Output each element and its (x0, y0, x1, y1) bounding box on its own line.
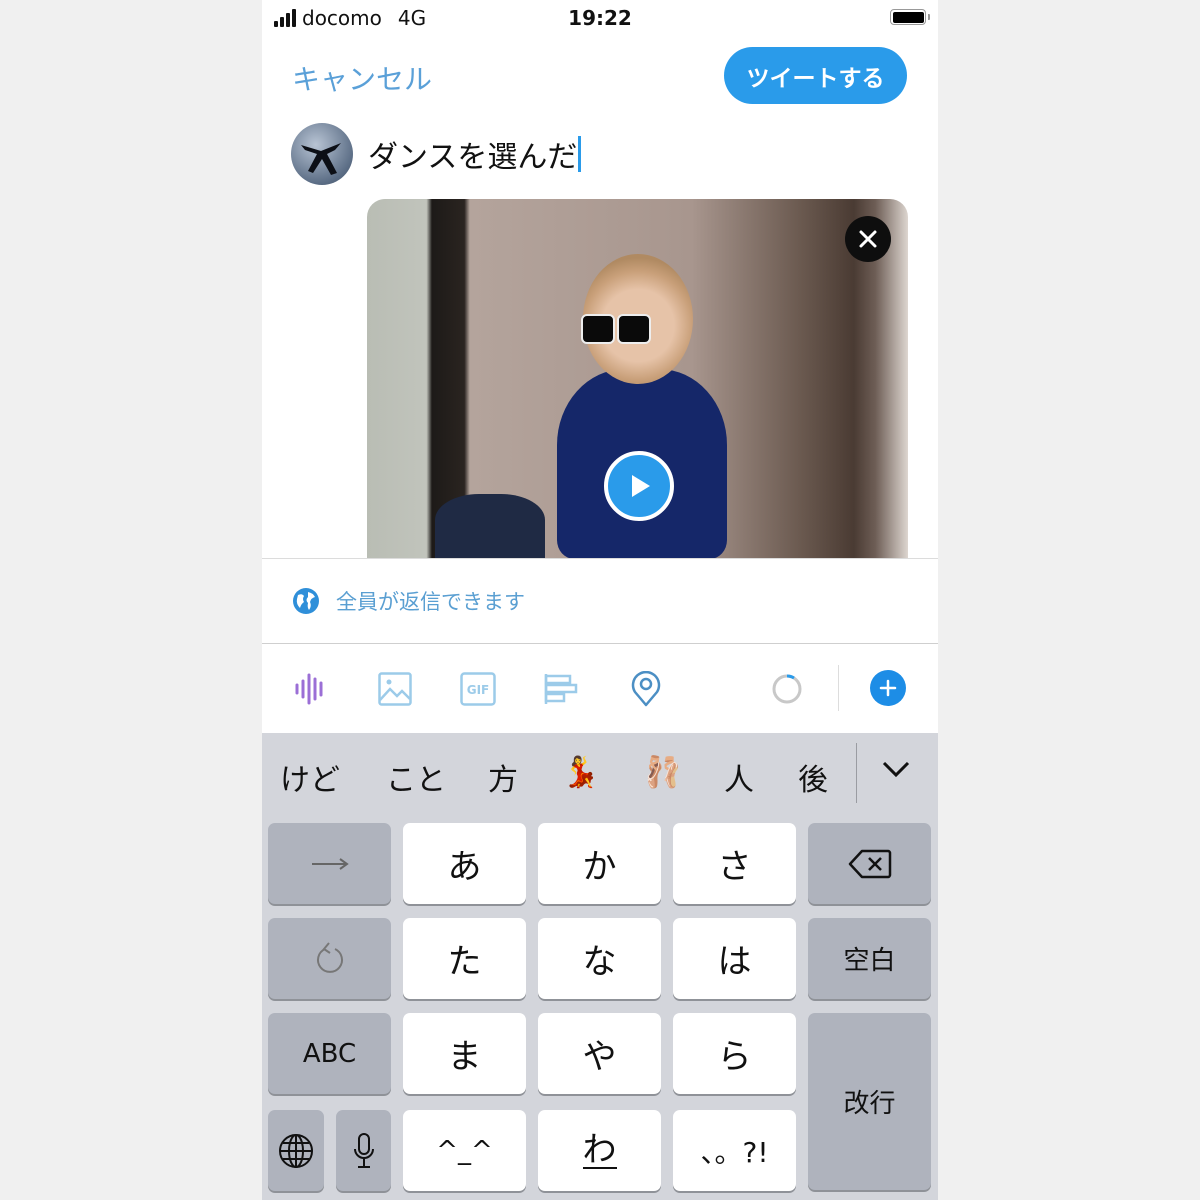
key-wa-label: わ (582, 1129, 617, 1170)
play-icon (632, 475, 650, 497)
key-wa[interactable]: わ (538, 1110, 661, 1191)
kaomoji-key[interactable]: ^_^ (403, 1110, 526, 1191)
location-icon (631, 671, 661, 707)
divider (262, 643, 938, 644)
key-ra[interactable]: ら (673, 1013, 796, 1094)
key-sa[interactable]: さ (673, 823, 796, 904)
voice-icon (295, 673, 323, 705)
status-bar: docomo 4G 19:22 (262, 0, 938, 38)
text-caret (578, 136, 582, 172)
suggestion-item[interactable]: こと (386, 755, 446, 799)
image-button[interactable] (376, 670, 414, 708)
suggestion-item[interactable]: 🩰 (644, 755, 681, 790)
remove-media-button[interactable] (845, 216, 891, 262)
key-na[interactable]: な (538, 918, 661, 999)
key-ka[interactable]: か (538, 823, 661, 904)
suggestion-bar: けど こと 方 💃 🩰 人 後 (262, 733, 938, 818)
suggestion-item[interactable]: けど (280, 755, 340, 799)
backspace-icon (848, 849, 891, 878)
keyboard: けど こと 方 💃 🩰 人 後 あ か さ た な は 空白 ABC ま や ら… (262, 733, 938, 1200)
suggestion-separator (856, 743, 857, 803)
globe-icon (293, 588, 319, 614)
suggestion-item[interactable]: 💃 (562, 755, 599, 790)
suggestion-item[interactable]: 後 (798, 755, 828, 799)
plus-icon (879, 679, 897, 697)
chevron-down-icon (882, 761, 910, 778)
gif-button[interactable]: GIF (459, 670, 497, 708)
play-button[interactable] (604, 451, 674, 521)
penguin-silhouette-icon (301, 143, 341, 175)
reply-setting-label: 全員が返信できます (336, 590, 525, 614)
image-icon (378, 672, 412, 706)
return-key[interactable]: 改行 (808, 1013, 931, 1190)
status-time: 19:22 (568, 6, 632, 30)
key-ta[interactable]: た (403, 918, 526, 999)
divider (262, 558, 938, 559)
next-candidate-key[interactable] (268, 823, 391, 904)
undo-key[interactable] (268, 918, 391, 999)
tweet-text-input[interactable]: ダンスを選んだ (368, 132, 582, 176)
expand-suggestions-button[interactable] (880, 757, 912, 785)
arrow-right-icon (311, 857, 349, 870)
character-count-ring (768, 670, 806, 708)
globe-icon (279, 1133, 313, 1168)
avatar[interactable] (291, 123, 353, 185)
toolbar-separator (838, 665, 839, 711)
globe-key[interactable] (268, 1110, 324, 1191)
microphone-icon (353, 1132, 374, 1168)
poll-icon (544, 674, 578, 704)
space-key[interactable]: 空白 (808, 918, 931, 999)
battery-icon (890, 9, 930, 25)
cancel-button[interactable]: キャンセル (292, 58, 432, 98)
key-a[interactable]: あ (403, 823, 526, 904)
progress-ring-icon (772, 674, 802, 704)
voice-button[interactable] (292, 670, 330, 708)
compose-toolbar: GIF (262, 645, 938, 733)
reply-setting-button[interactable]: 全員が返信できます (292, 586, 525, 616)
close-icon (859, 230, 877, 248)
poll-button[interactable] (542, 670, 580, 708)
media-bag (435, 494, 545, 559)
dictation-key[interactable] (336, 1110, 391, 1191)
key-ha[interactable]: は (673, 918, 796, 999)
key-ya[interactable]: や (538, 1013, 661, 1094)
tweet-button[interactable]: ツイートする (724, 47, 907, 104)
svg-text:GIF: GIF (467, 683, 490, 697)
media-sunglasses (581, 314, 651, 344)
undo-icon (316, 941, 343, 973)
location-button[interactable] (627, 670, 665, 708)
phone-screen: docomo 4G 19:22 キャンセル ツイートする ダンスを選んだ 全員が… (262, 0, 938, 1200)
abc-key[interactable]: ABC (268, 1013, 391, 1094)
delete-key[interactable] (808, 823, 931, 904)
gif-icon: GIF (460, 672, 496, 706)
tweet-text: ダンスを選んだ (368, 140, 578, 175)
attached-gif[interactable] (367, 199, 908, 559)
suggestion-item[interactable]: 方 (488, 755, 518, 799)
add-tweet-button[interactable] (870, 670, 906, 706)
suggestion-item[interactable]: 人 (724, 755, 754, 799)
key-ma[interactable]: ま (403, 1013, 526, 1094)
punctuation-key[interactable]: 、。?! (673, 1110, 796, 1191)
